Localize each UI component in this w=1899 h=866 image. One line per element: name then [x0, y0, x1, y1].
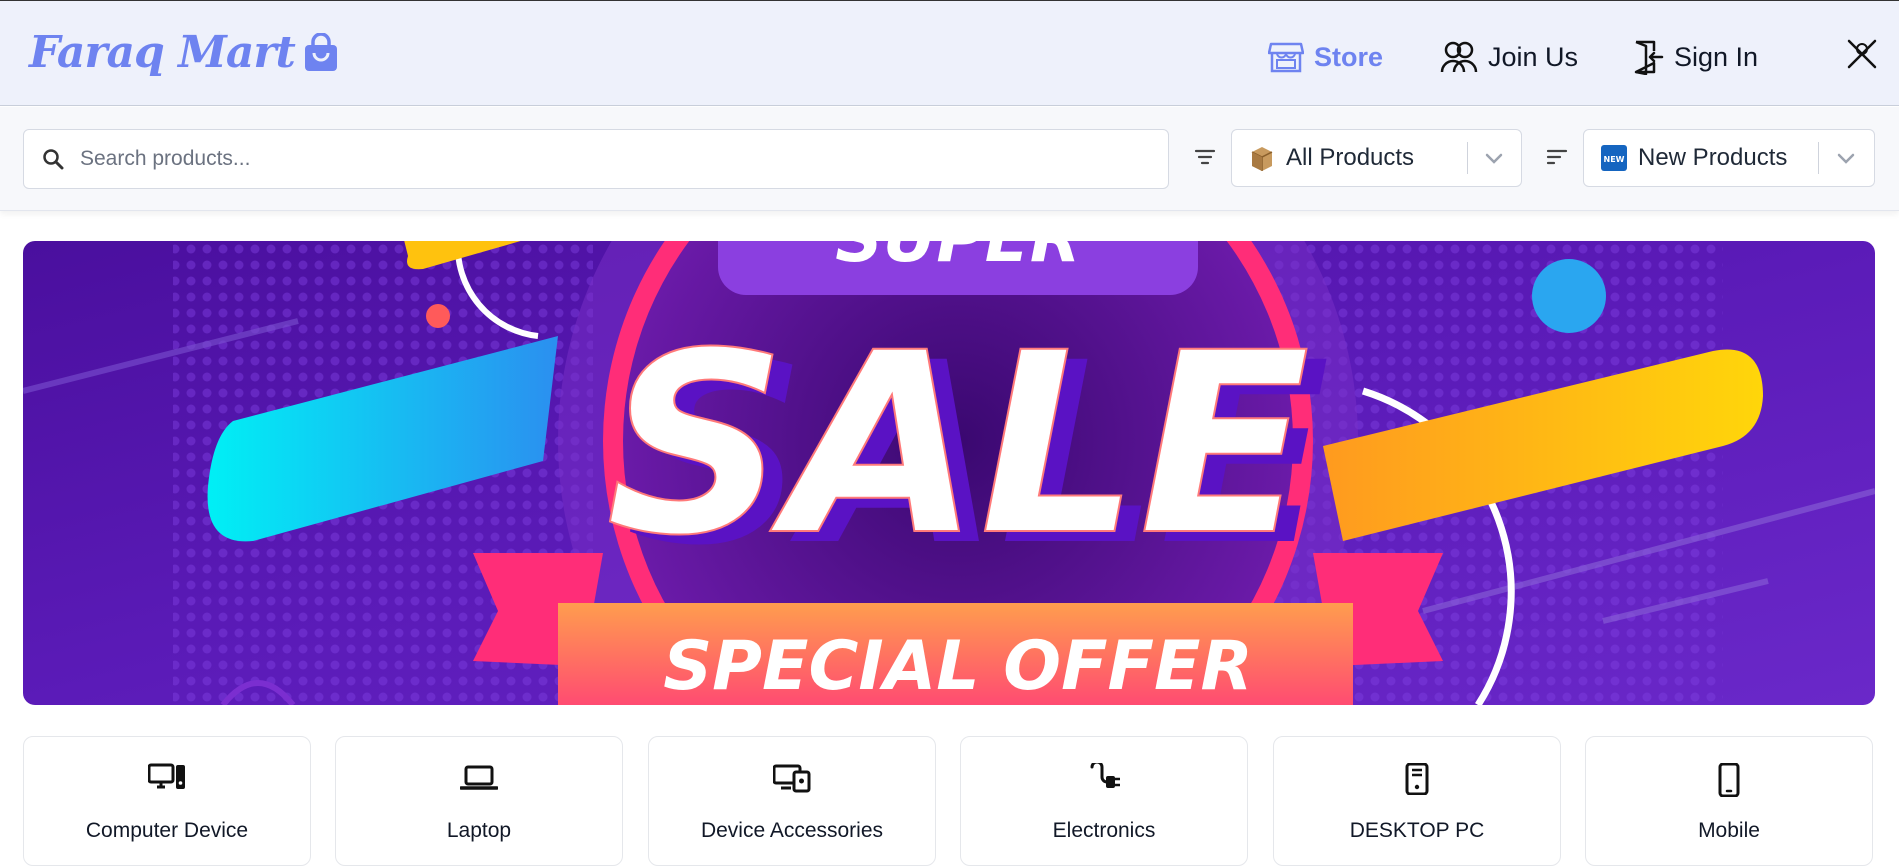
- sort-select-value: New Products: [1638, 144, 1788, 171]
- sort-icon[interactable]: [1546, 147, 1568, 167]
- sale-banner-graphic: SUPER SALE SALE SPECIAL OFFER: [23, 241, 1875, 705]
- store-icon: [1268, 42, 1304, 73]
- category-card-laptop[interactable]: Laptop: [335, 736, 623, 866]
- pc-tower-icon: [1405, 763, 1429, 795]
- search-box[interactable]: [23, 129, 1169, 189]
- category-select-value: All Products: [1286, 144, 1415, 171]
- nav-store-label: Store: [1314, 41, 1384, 72]
- laptop-icon: [460, 765, 498, 790]
- sort-select[interactable]: NEW New Products: [1583, 129, 1875, 187]
- users-icon: [1440, 41, 1478, 73]
- filter-bar: All Products NEW New Products: [0, 107, 1899, 211]
- banner-main-text: SALE: [606, 299, 1310, 590]
- category-label: Electronics: [1052, 819, 1156, 842]
- svg-text:NEW: NEW: [1604, 155, 1625, 164]
- shopping-bag-icon: [304, 32, 337, 71]
- computer-icon: [148, 763, 185, 789]
- brand-name: Faraq Mart: [29, 27, 296, 78]
- top-navbar: Faraq Mart Store Join Us Sign In: [0, 0, 1899, 106]
- box-icon: [1251, 147, 1273, 171]
- brand-logo[interactable]: Faraq Mart: [29, 27, 339, 78]
- category-card-electronics[interactable]: Electronics: [960, 736, 1248, 866]
- devices-icon: [773, 764, 811, 793]
- promo-banner[interactable]: SUPER SALE SALE SPECIAL OFFER: [23, 241, 1875, 705]
- category-select[interactable]: All Products: [1231, 129, 1522, 187]
- sign-in-icon: [1634, 40, 1664, 75]
- chevron-down-icon: [1837, 153, 1855, 164]
- filter-icon[interactable]: [1194, 147, 1216, 167]
- category-label: DESKTOP PC: [1349, 819, 1485, 842]
- nav-join-link[interactable]: Join Us: [1440, 37, 1578, 77]
- category-card-desktop-pc[interactable]: DESKTOP PC: [1273, 736, 1561, 866]
- search-input[interactable]: [80, 147, 1080, 171]
- search-icon: [43, 149, 64, 170]
- banner-sub-text: SPECIAL OFFER: [663, 627, 1253, 705]
- nav-sign-in-link[interactable]: Sign In: [1632, 37, 1758, 77]
- close-icon[interactable]: [1845, 37, 1879, 71]
- banner-top-text: SUPER: [835, 241, 1080, 277]
- category-card-mobile[interactable]: Mobile: [1585, 736, 1873, 866]
- mobile-icon: [1718, 763, 1740, 797]
- nav-sign-in-label: Sign In: [1674, 41, 1759, 72]
- category-label: Laptop: [446, 819, 512, 842]
- category-card-computer-device[interactable]: Computer Device: [23, 736, 311, 866]
- category-label: Device Accessories: [700, 819, 884, 842]
- category-card-device-accessories[interactable]: Device Accessories: [648, 736, 936, 866]
- new-badge-icon: NEW: [1601, 145, 1627, 171]
- nav-join-label: Join Us: [1488, 41, 1579, 72]
- plug-icon: [1090, 763, 1120, 788]
- nav-store-link[interactable]: Store: [1268, 37, 1383, 77]
- chevron-down-icon: [1485, 153, 1503, 164]
- category-label: Computer Device: [85, 819, 249, 842]
- category-label: Mobile: [1698, 819, 1760, 842]
